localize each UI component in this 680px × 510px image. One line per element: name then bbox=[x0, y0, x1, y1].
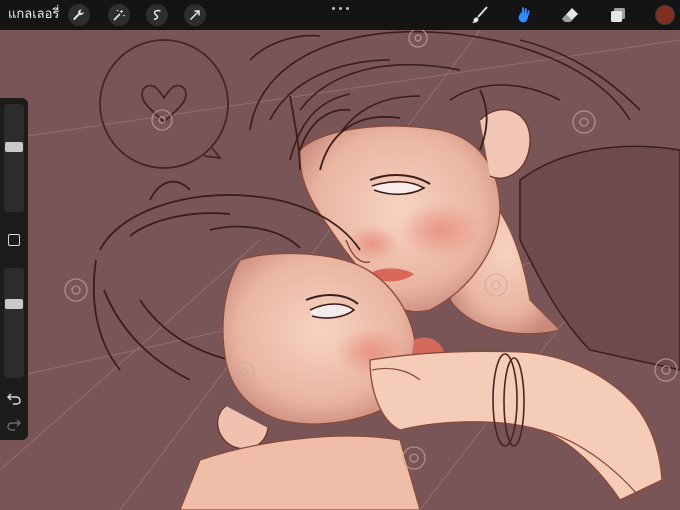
eraser-icon[interactable] bbox=[558, 3, 582, 27]
brush-size-slider[interactable] bbox=[4, 104, 24, 212]
color-swatch[interactable] bbox=[655, 5, 675, 25]
brush-size-slider-knob[interactable] bbox=[5, 141, 23, 152]
drawing-canvas[interactable] bbox=[0, 0, 680, 510]
magic-wand-icon[interactable] bbox=[108, 4, 130, 26]
modify-button[interactable] bbox=[8, 234, 20, 246]
redo-icon[interactable] bbox=[6, 416, 22, 432]
gallery-button[interactable]: แกลเลอรี่ bbox=[8, 0, 59, 30]
left-sidebar bbox=[0, 98, 28, 440]
brush-icon[interactable] bbox=[468, 3, 492, 27]
smudge-icon[interactable] bbox=[512, 3, 536, 27]
more-options-icon[interactable] bbox=[326, 1, 354, 15]
artwork bbox=[0, 0, 680, 510]
opacity-slider-knob[interactable] bbox=[5, 298, 23, 309]
transform-arrow-icon[interactable] bbox=[184, 4, 206, 26]
wrench-icon[interactable] bbox=[68, 4, 90, 26]
undo-icon[interactable] bbox=[6, 390, 22, 406]
selection-icon[interactable] bbox=[146, 4, 168, 26]
layers-icon[interactable] bbox=[606, 3, 630, 27]
opacity-slider[interactable] bbox=[4, 268, 24, 378]
top-toolbar: แกลเลอรี่ bbox=[0, 0, 680, 30]
